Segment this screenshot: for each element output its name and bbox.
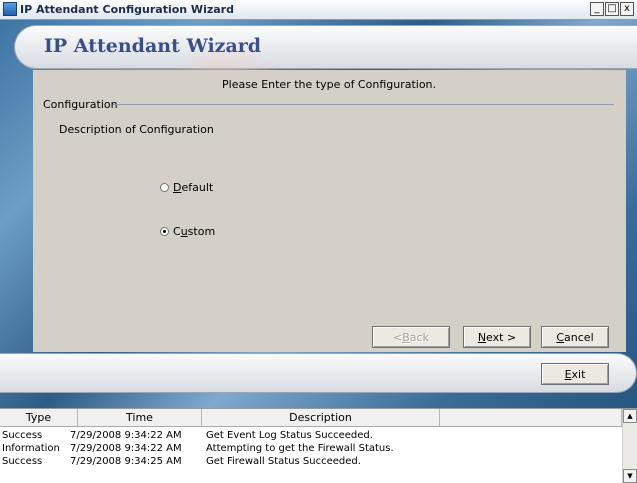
- radio-custom[interactable]: Custom: [160, 225, 215, 238]
- wizard-window: IP Attendant Configuration Wizard _ □ x …: [0, 0, 637, 483]
- label-part: C: [173, 225, 181, 238]
- log-description: Get Event Log Status Succeeded.: [206, 430, 373, 441]
- cancel-button[interactable]: Cancel: [541, 326, 609, 348]
- scroll-up-icon[interactable]: ▲: [623, 409, 637, 423]
- radio-circle[interactable]: [160, 183, 169, 192]
- exit-button[interactable]: Exit: [541, 363, 609, 385]
- log-description: Attempting to get the Firewall Status.: [206, 443, 394, 454]
- log-type: Success: [2, 456, 43, 467]
- back-button[interactable]: < Back: [372, 326, 450, 348]
- scroll-down-icon[interactable]: ▼: [623, 469, 637, 483]
- log-time: 7/29/2008 9:34:22 AM: [70, 430, 182, 441]
- maximize-button[interactable]: □: [605, 2, 619, 16]
- label-part: <: [393, 330, 403, 344]
- label-part: efault: [181, 181, 214, 194]
- group-divider: [113, 104, 614, 105]
- log-description: Get Firewall Status Succeeded.: [206, 456, 361, 467]
- content-panel: [33, 70, 626, 352]
- mnemonic-letter: u: [180, 225, 188, 238]
- mnemonic-letter: E: [564, 367, 572, 381]
- event-log-list[interactable]: Type Time Description Success 7/29/2008 …: [0, 408, 637, 483]
- log-time: 7/29/2008 9:34:22 AM: [70, 443, 182, 454]
- log-type: Information: [2, 443, 60, 454]
- app-icon: [3, 2, 17, 16]
- label-part: ext >: [486, 330, 517, 344]
- column-header-type[interactable]: Type: [0, 409, 78, 426]
- log-scrollbar[interactable]: ▲ ▼: [622, 409, 637, 483]
- log-type: Success: [2, 430, 43, 441]
- mnemonic-letter: C: [556, 330, 565, 344]
- column-header-extra[interactable]: [440, 409, 622, 426]
- minimize-button[interactable]: _: [590, 2, 604, 16]
- label-part: ack: [409, 330, 429, 344]
- group-description: Description of Configuration: [59, 123, 214, 136]
- log-time: 7/29/2008 9:34:25 AM: [70, 456, 182, 467]
- radio-custom-label[interactable]: Custom: [173, 225, 215, 238]
- radio-default-label[interactable]: Default: [173, 181, 213, 194]
- next-button[interactable]: Next >: [463, 326, 531, 348]
- close-button[interactable]: x: [620, 2, 634, 16]
- radio-circle[interactable]: [160, 227, 169, 236]
- label-part: xit: [571, 367, 586, 381]
- column-header-description[interactable]: Description: [202, 409, 440, 426]
- label-part: ancel: [564, 330, 594, 344]
- wizard-title: IP Attendant Wizard: [44, 35, 262, 57]
- title-bar[interactable]: IP Attendant Configuration Wizard _ □ x: [0, 0, 637, 20]
- window-title: IP Attendant Configuration Wizard: [20, 3, 234, 16]
- label-part: stom: [187, 225, 216, 238]
- radio-default[interactable]: Default: [160, 181, 213, 194]
- instruction-text: Please Enter the type of Configuration.: [222, 78, 437, 91]
- mnemonic-letter: N: [477, 330, 487, 344]
- group-label: Configuration: [43, 98, 118, 111]
- mnemonic-letter: B: [402, 330, 410, 344]
- column-header-time[interactable]: Time: [78, 409, 202, 426]
- log-header: Type Time Description: [0, 409, 622, 427]
